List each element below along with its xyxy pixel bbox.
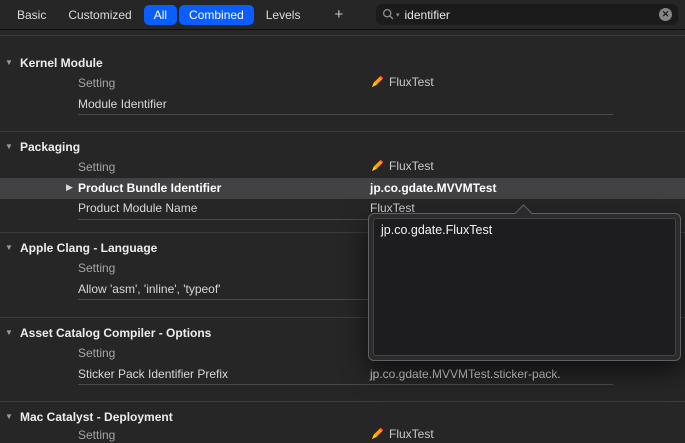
collapse-triangle-icon[interactable]: ▼: [4, 328, 14, 337]
section-header-mac-catalyst-deployment[interactable]: ▼ Mac Catalyst - Deployment: [4, 409, 685, 424]
row-module-identifier[interactable]: Module Identifier: [0, 97, 685, 113]
separator: [0, 35, 685, 36]
setting-name: Sticker Pack Identifier Prefix: [78, 367, 229, 381]
target-chip: FluxTest: [370, 427, 434, 441]
row-underline: [78, 114, 613, 115]
tab-basic[interactable]: Basic: [7, 5, 56, 25]
setting-name: Module Identifier: [78, 97, 167, 111]
row-sticker-pack-identifier-prefix[interactable]: Sticker Pack Identifier Prefix jp.co.gda…: [0, 367, 685, 383]
section-title: Apple Clang - Language: [20, 240, 158, 255]
setting-column-label: Setting: [78, 160, 116, 174]
setting-column-label: Setting: [78, 76, 116, 90]
setting-name: Product Bundle Identifier: [78, 181, 222, 195]
search-icon[interactable]: ▾: [382, 8, 400, 21]
tab-customized[interactable]: Customized: [58, 5, 141, 25]
collapse-triangle-icon[interactable]: ▼: [4, 142, 14, 151]
section-title: Mac Catalyst - Deployment: [20, 409, 173, 424]
clear-search-icon[interactable]: ✕: [659, 8, 672, 21]
target-icon: [372, 75, 384, 87]
value-editor-popover: jp.co.gdate.FluxTest: [368, 204, 681, 361]
setting-column-label: Setting: [78, 346, 116, 360]
column-header-row: Setting FluxTest: [0, 75, 685, 91]
setting-value[interactable]: jp.co.gdate.MVVMTest: [370, 181, 496, 195]
section-title: Packaging: [20, 139, 81, 154]
target-chip: FluxTest: [370, 75, 434, 89]
setting-column-label: Setting: [78, 428, 116, 442]
tab-all[interactable]: All: [143, 4, 178, 25]
target-chip: FluxTest: [370, 159, 434, 173]
section-header-packaging[interactable]: ▼ Packaging: [4, 139, 685, 154]
row-product-bundle-identifier[interactable]: ▶ Product Bundle Identifier jp.co.gdate.…: [0, 178, 685, 199]
value-editor-field[interactable]: jp.co.gdate.FluxTest: [373, 218, 676, 356]
target-icon: [372, 427, 384, 439]
build-settings-toolbar: Basic Customized All Combined Levels + ▾…: [0, 0, 685, 30]
section-title: Asset Catalog Compiler - Options: [20, 325, 212, 340]
collapse-triangle-icon[interactable]: ▼: [4, 412, 14, 421]
popover-value-text: jp.co.gdate.FluxTest: [381, 223, 493, 237]
target-name-label: FluxTest: [389, 159, 434, 173]
search-scope-chevron-icon: ▾: [396, 11, 400, 19]
section-title: Kernel Module: [20, 55, 103, 70]
collapse-triangle-icon[interactable]: ▼: [4, 243, 14, 252]
tab-levels[interactable]: Levels: [256, 5, 311, 25]
setting-column-label: Setting: [78, 261, 116, 275]
search-field[interactable]: ▾ identifier ✕: [376, 4, 678, 25]
separator: [0, 401, 685, 402]
disclosure-triangle-icon[interactable]: ▶: [66, 182, 73, 193]
add-build-setting-button[interactable]: +: [322, 6, 355, 23]
setting-name: Allow 'asm', 'inline', 'typeof': [78, 282, 221, 296]
separator: [0, 131, 685, 132]
target-icon: [372, 159, 384, 171]
tab-combined[interactable]: Combined: [179, 4, 254, 25]
setting-value[interactable]: jp.co.gdate.MVVMTest.sticker-pack.: [370, 367, 561, 381]
column-header-row: Setting FluxTest: [0, 159, 685, 175]
row-underline: [78, 384, 613, 385]
target-name-label: FluxTest: [389, 75, 434, 89]
collapse-triangle-icon[interactable]: ▼: [4, 58, 14, 67]
search-input[interactable]: identifier: [405, 8, 654, 22]
section-header-kernel-module[interactable]: ▼ Kernel Module: [4, 55, 685, 70]
target-name-label: FluxTest: [389, 427, 434, 441]
setting-name: Product Module Name: [78, 201, 198, 215]
